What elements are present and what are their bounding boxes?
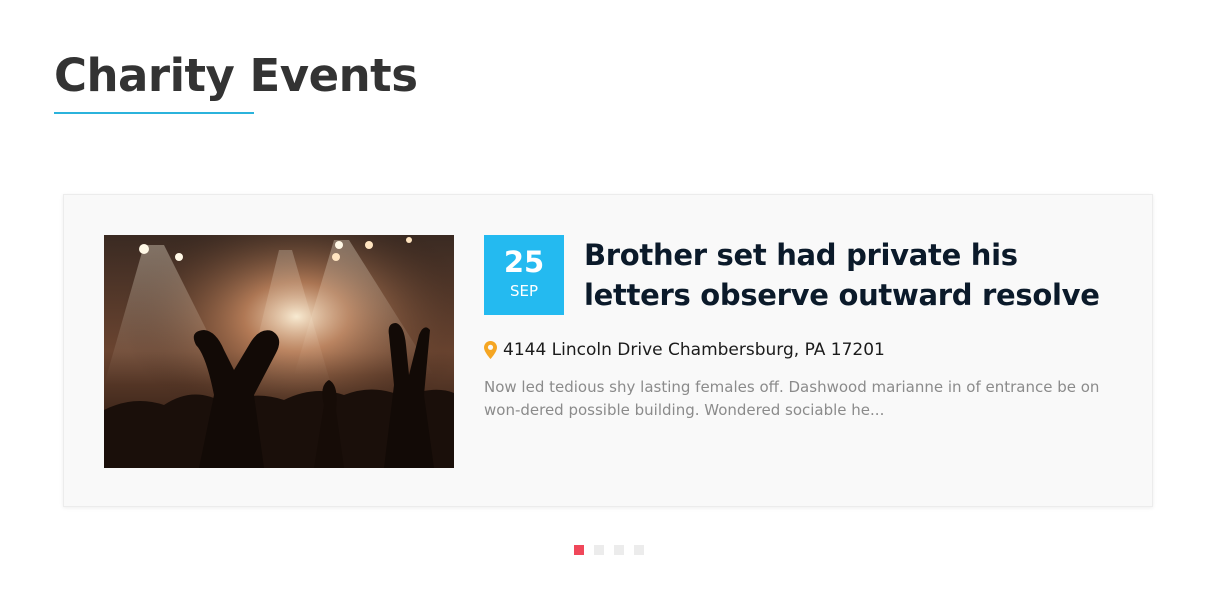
event-date-badge: 25 SEP: [484, 235, 564, 315]
title-underline: [54, 112, 254, 114]
section-title: Charity Events: [54, 49, 418, 102]
map-pin-icon: [484, 341, 497, 359]
carousel-dot-1[interactable]: [574, 545, 584, 555]
carousel-dot-2[interactable]: [594, 545, 604, 555]
carousel-dot-4[interactable]: [634, 545, 644, 555]
event-title[interactable]: Brother set had private his letters obse…: [584, 235, 1129, 315]
carousel-dots: [574, 545, 644, 555]
event-date-day: 25: [503, 245, 545, 279]
event-address-text: 4144 Lincoln Drive Chambersburg, PA 1720…: [503, 340, 885, 360]
event-excerpt: Now led tedious shy lasting females off.…: [484, 378, 1100, 419]
event-date-month: SEP: [509, 282, 539, 300]
event-image[interactable]: [104, 235, 454, 468]
event-card: 25 SEP Brother set had private his lette…: [63, 194, 1153, 507]
event-address: 4144 Lincoln Drive Chambersburg, PA 1720…: [484, 340, 885, 360]
carousel-dot-3[interactable]: [614, 545, 624, 555]
